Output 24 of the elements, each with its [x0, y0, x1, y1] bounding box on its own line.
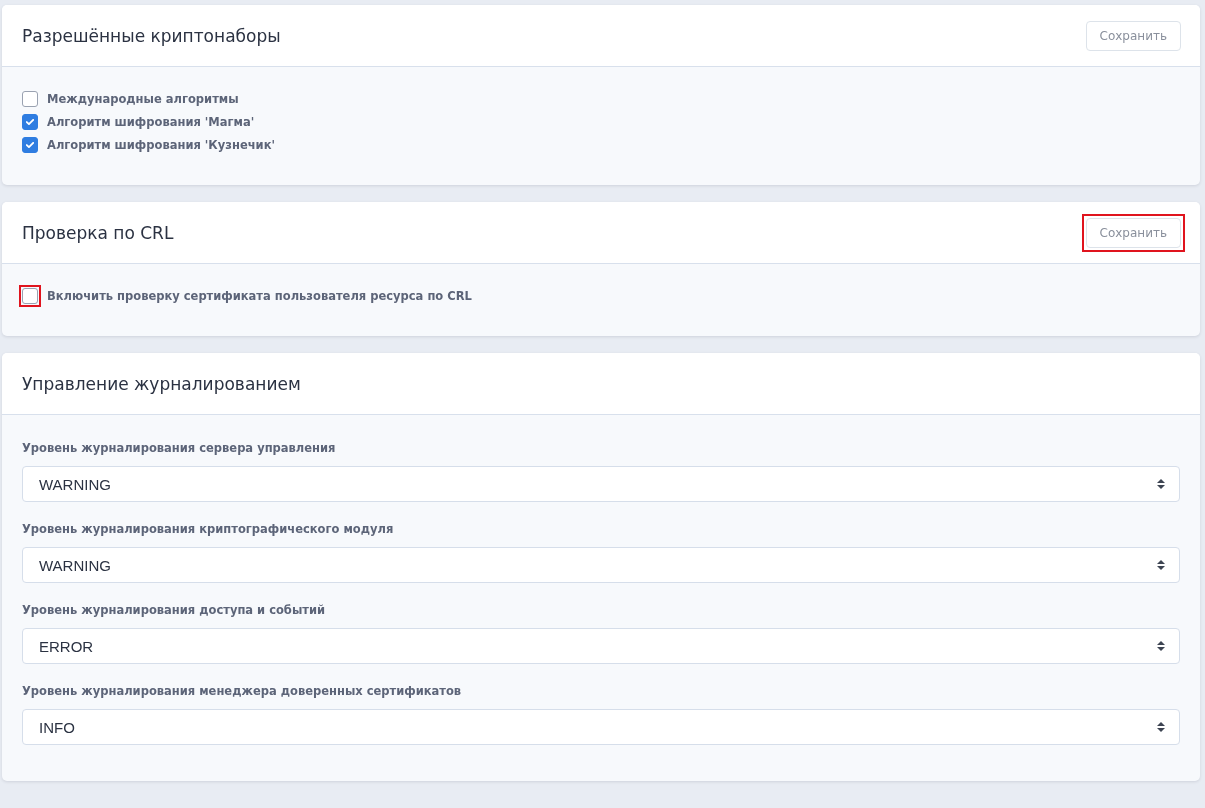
field-label: Уровень журналирования криптографического модуля [22, 522, 395, 536]
card-title: Проверка по CRL [22, 222, 174, 243]
checkbox[interactable] [22, 137, 38, 153]
field-label: Уровень журналирования менеджера доверенных сертификатов [22, 684, 463, 698]
select-field[interactable]: WARNING [22, 547, 1180, 583]
sort-arrows-icon [1157, 479, 1165, 489]
checkmark-icon [26, 119, 34, 125]
field-label: Уровень журналирования сервера управления [22, 441, 337, 455]
card-title: Разрешённые криптонаборы [22, 25, 281, 46]
field-label: Уровень журналирования доступа и событий [22, 603, 327, 617]
select-field[interactable]: ERROR [22, 628, 1180, 664]
checkbox-label: Включить проверку сертификата пользователя ресурса по CRL [47, 289, 472, 303]
checkmark-icon [26, 142, 34, 148]
checkbox-label: Алгоритм шифрования 'Магма' [47, 115, 255, 129]
checkbox[interactable] [22, 114, 38, 130]
sort-arrows-icon [1157, 722, 1165, 732]
sort-arrows-icon [1157, 641, 1165, 651]
sort-arrows-icon [1157, 560, 1165, 570]
select-field[interactable]: WARNING [22, 466, 1180, 502]
checkbox[interactable] [22, 91, 38, 107]
card-title: Управление журналированием [22, 373, 301, 394]
checkbox-label: Международные алгоритмы [47, 92, 239, 106]
select-field[interactable]: INFO [22, 709, 1180, 745]
checkbox-label: Алгоритм шифрования 'Кузнечик' [47, 138, 275, 152]
